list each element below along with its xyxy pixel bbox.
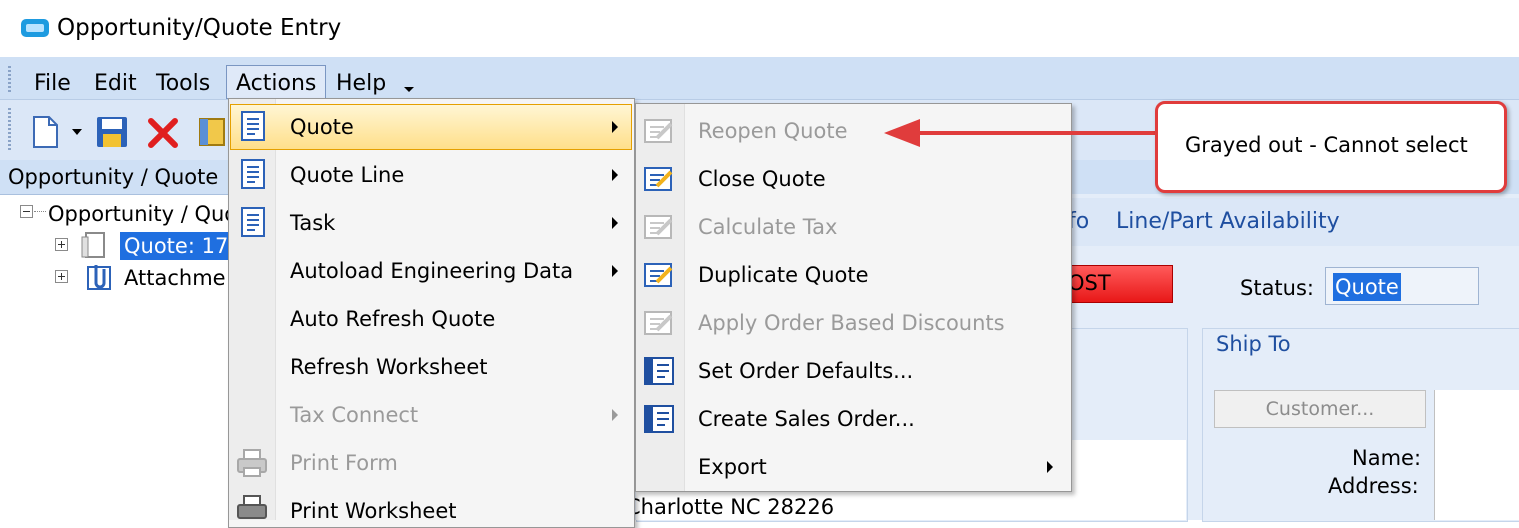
delete-icon[interactable] <box>146 116 180 150</box>
paperclip-icon <box>87 265 111 290</box>
menu-edit[interactable]: Edit <box>94 69 137 99</box>
submenu-item-label: Close Quote <box>698 167 826 191</box>
document-icon <box>241 111 265 141</box>
submenu-item-label: Apply Order Based Discounts <box>698 311 1005 335</box>
new-dropdown-icon[interactable] <box>72 129 82 135</box>
chevron-down-icon[interactable] <box>404 87 414 92</box>
submenu-arrow-icon <box>612 169 618 181</box>
menu-item-label: Tax Connect <box>290 403 419 427</box>
status-value: Quote <box>1333 273 1401 301</box>
document-icon <box>241 159 265 189</box>
book-icon[interactable] <box>196 115 228 149</box>
save-icon[interactable] <box>95 115 129 149</box>
toolbar-gripper <box>8 108 11 150</box>
ship-to-address-box <box>1434 390 1519 520</box>
window-title: Opportunity/Quote Entry <box>57 15 342 41</box>
submenu-arrow-icon <box>1047 461 1053 473</box>
submenu-item-label: Reopen Quote <box>698 119 848 143</box>
status-label: Status: <box>1240 276 1314 300</box>
tree-attachments-node[interactable]: Attachme <box>124 264 226 292</box>
customer-button[interactable]: Customer... <box>1214 390 1426 428</box>
menubar-gripper <box>8 66 11 94</box>
quote-node-icon <box>81 232 105 258</box>
printer-icon <box>237 449 267 477</box>
menu-item-label: Autoload Engineering Data <box>290 259 574 283</box>
edit-document-icon <box>644 311 673 335</box>
menu-item-label: Print Form <box>290 451 398 475</box>
submenu-item-label: Export <box>698 455 767 479</box>
annotation-arrow <box>884 119 1158 147</box>
menu-tools[interactable]: Tools <box>156 69 210 99</box>
tab-line-part-availability[interactable]: Line/Part Availability <box>1116 207 1340 237</box>
menu-file[interactable]: File <box>34 69 71 99</box>
menu-item-label: Auto Refresh Quote <box>290 307 496 331</box>
submenu-item-label: Set Order Defaults... <box>698 359 914 383</box>
submenu-arrow-icon <box>612 121 618 133</box>
tree-connector <box>34 211 46 212</box>
lost-button-label: OST <box>1068 271 1111 295</box>
expand-icon[interactable] <box>55 238 68 251</box>
printer-icon <box>237 495 267 519</box>
menu-item-label: Task <box>290 211 336 235</box>
edit-document-icon <box>644 263 673 287</box>
tree-root[interactable]: Opportunity / Quo <box>48 200 237 228</box>
menu-item-label: Print Worksheet <box>290 499 457 523</box>
address-label: Address: <box>1328 474 1419 498</box>
left-panel-title: Opportunity / Quote <box>8 165 219 189</box>
expand-icon[interactable] <box>55 270 68 283</box>
submenu-item-label: Calculate Tax <box>698 215 838 239</box>
document-icon <box>241 207 265 237</box>
menu-help[interactable]: Help <box>336 69 386 99</box>
collapse-icon[interactable] <box>20 205 33 218</box>
submenu-item-label: Create Sales Order... <box>698 407 915 431</box>
order-icon <box>644 405 674 433</box>
menu-item-label: Quote Line <box>290 163 405 187</box>
app-icon <box>21 19 49 37</box>
annotation-text: Grayed out - Cannot select <box>1185 133 1468 157</box>
name-label: Name: <box>1352 446 1422 470</box>
submenu-arrow-icon <box>612 217 618 229</box>
submenu-arrow-icon <box>612 409 618 421</box>
order-icon <box>644 357 674 385</box>
menu-actions[interactable]: Actions <box>236 69 316 99</box>
submenu-arrow-icon <box>612 265 618 277</box>
tree-quote-node[interactable]: Quote: 17 <box>120 232 233 260</box>
ship-to-title: Ship To <box>1216 332 1291 356</box>
menu-item-label: Quote <box>290 115 354 139</box>
menu-item-label: Refresh Worksheet <box>290 355 488 379</box>
submenu-item-label: Duplicate Quote <box>698 263 869 287</box>
edit-document-icon <box>644 119 673 143</box>
city-line: Charlotte NC 28226 <box>626 495 835 519</box>
new-document-icon[interactable] <box>30 115 62 149</box>
edit-document-icon <box>644 167 673 191</box>
edit-document-icon <box>644 215 673 239</box>
